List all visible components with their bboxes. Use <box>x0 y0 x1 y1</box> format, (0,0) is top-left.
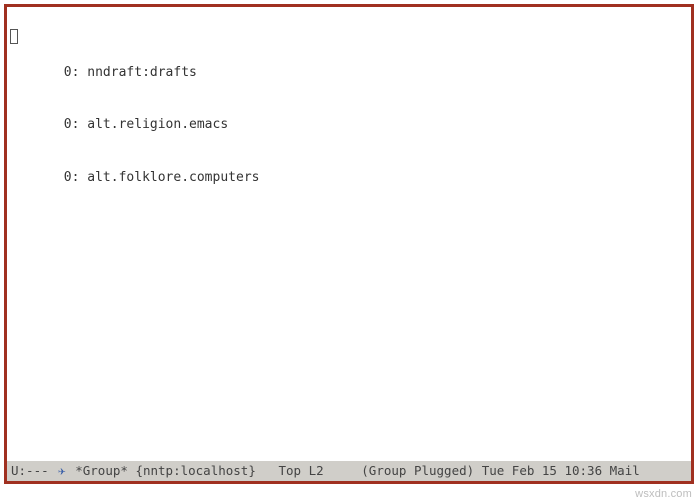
modeline-position: Top <box>278 461 301 481</box>
group-name: alt.folklore.computers <box>87 170 259 185</box>
modeline-status: U:--- <box>11 461 49 481</box>
plane-icon: ✈ <box>58 461 66 481</box>
group-name: alt.religion.emacs <box>87 117 228 132</box>
modeline-server: {nntp:localhost} <box>135 461 255 481</box>
group-count: 0 <box>64 65 72 80</box>
modeline-extra: Mail <box>610 461 640 481</box>
modeline-datetime: Tue Feb 15 10:36 <box>482 461 602 481</box>
text-cursor <box>10 29 18 44</box>
mode-line[interactable]: U:--- ✈ *Group* {nntp:localhost} Top L2 … <box>7 461 691 481</box>
group-line[interactable]: 0: alt.religion.emacs <box>9 116 689 134</box>
group-name: nndraft:drafts <box>87 65 197 80</box>
modeline-buffer-name: *Group* <box>75 461 128 481</box>
watermark: wsxdn.com <box>635 488 692 500</box>
modeline-line: L2 <box>309 461 324 481</box>
group-line[interactable]: 0: nndraft:drafts <box>9 64 689 82</box>
gnus-group-buffer[interactable]: 0: nndraft:drafts 0: alt.religion.emacs … <box>7 7 691 461</box>
emacs-frame: 0: nndraft:drafts 0: alt.religion.emacs … <box>4 4 694 484</box>
group-line[interactable]: 0: alt.folklore.computers <box>9 169 689 187</box>
group-count: 0 <box>64 117 72 132</box>
group-count: 0 <box>64 170 72 185</box>
modeline-mode: (Group Plugged) <box>361 461 474 481</box>
